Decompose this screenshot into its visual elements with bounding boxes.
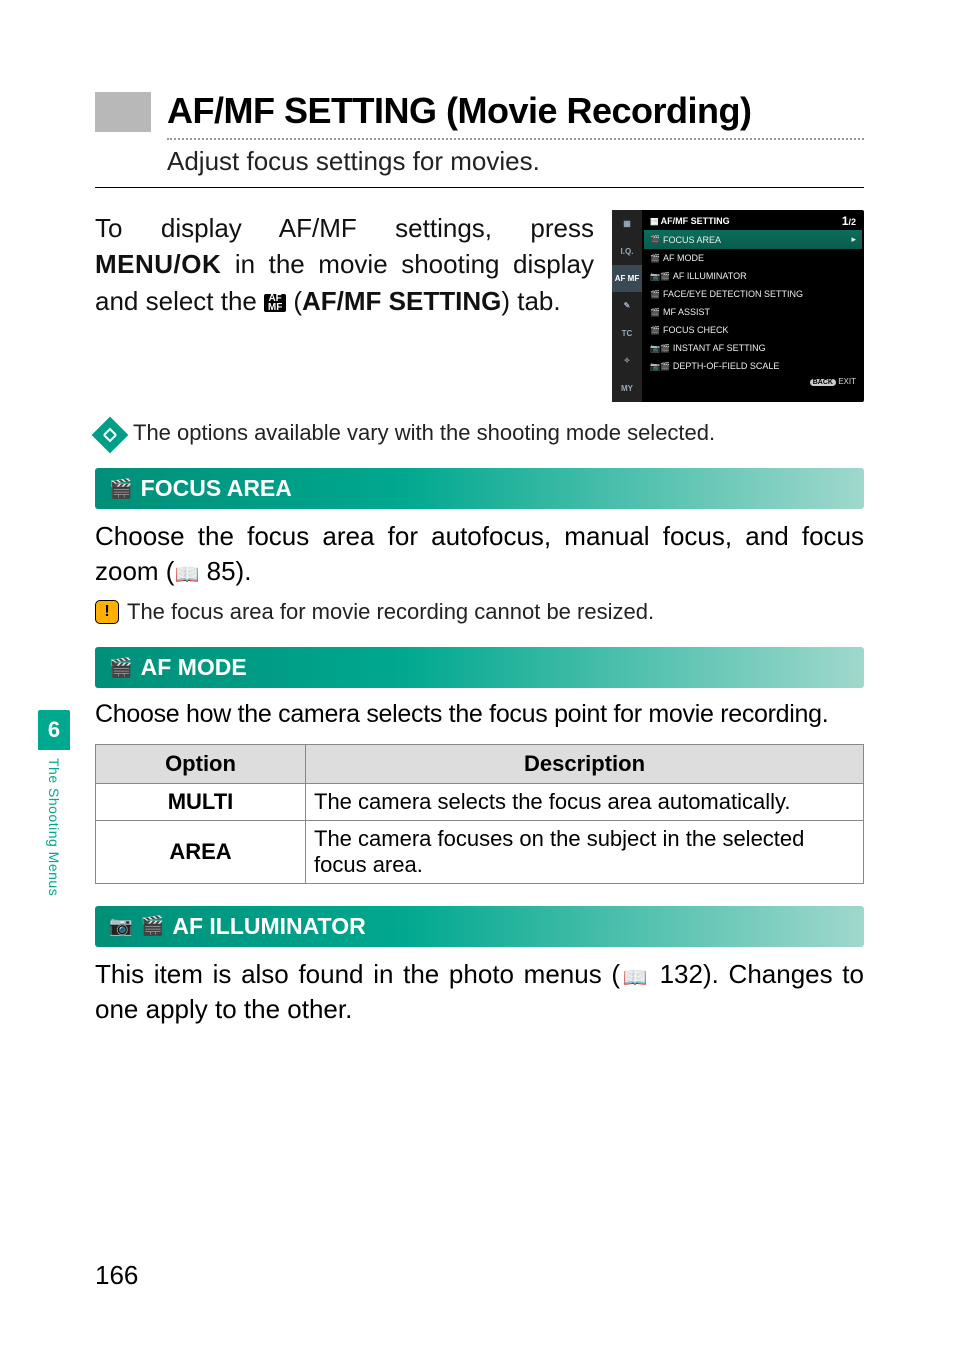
section-header-af-mode: 🎬 AF MODE (95, 647, 864, 688)
focus-area-paragraph: Choose the focus area for autofocus, man… (95, 519, 864, 589)
option-name-0: MULTI (96, 783, 306, 820)
lcd-item-4: 🎬MF ASSIST (644, 303, 862, 321)
title-dotted-rule (167, 138, 864, 140)
menu-ok-label: MENU/OK (95, 249, 221, 279)
section-title-af-mode: AF MODE (141, 654, 247, 681)
title-bullet-icon (95, 92, 151, 132)
lcd-tab-0: ▦ (612, 210, 642, 237)
intro-text-4: ) tab. (501, 286, 560, 316)
page-ref-icon: 📖 (174, 564, 199, 586)
intro-text-3: ( (286, 286, 302, 316)
option-desc-1: The camera focuses on the subject in the… (306, 820, 864, 883)
lcd-tab-2: AF MF (612, 265, 642, 292)
note-diamond-icon (92, 417, 129, 454)
movie-icon: 🎬 (109, 477, 133, 501)
lcd-header-title: AF/MF SETTING (661, 216, 730, 226)
movie-icon: 🎬 (109, 656, 133, 680)
title-rule (95, 187, 864, 188)
section-title-af-illuminator: AF ILLUMINATOR (172, 913, 365, 940)
lcd-tab-5: ✧ (612, 347, 642, 374)
option-desc-0: The camera selects the focus area automa… (306, 783, 864, 820)
lcd-tab-4: TC (612, 320, 642, 347)
af-illuminator-paragraph: This item is also found in the photo men… (95, 957, 864, 1027)
intro-paragraph: To display AF/MF settings, press MENU/OK… (95, 210, 594, 319)
af-mode-paragraph: Choose how the camera selects the focus … (95, 698, 864, 732)
page-subtitle: Adjust focus settings for movies. (167, 146, 864, 177)
lcd-tab-3: ✎ (612, 292, 642, 319)
caution-row: ! The focus area for movie recording can… (95, 599, 864, 625)
lcd-item-5: 🎬FOCUS CHECK (644, 321, 862, 339)
note-row: The options available vary with the shoo… (95, 420, 864, 448)
lcd-item-7: 📷🎬DEPTH-OF-FIELD SCALE (644, 357, 862, 375)
camera-menu-screenshot: ▦ I.Q. AF MF ✎ TC ✧ MY ▦ AF/MF SETTING 1… (612, 210, 864, 402)
af-mode-options-table: Option Description MULTI The camera sele… (95, 744, 864, 884)
section-header-af-illuminator: 📷 🎬 AF ILLUMINATOR (95, 906, 864, 947)
section-header-focus-area: 🎬 FOCUS AREA (95, 468, 864, 509)
lcd-main-panel: ▦ AF/MF SETTING 1/2 🎬FOCUS AREA▸ 🎬AF MOD… (642, 210, 864, 402)
caution-icon: ! (95, 600, 119, 624)
lcd-item-6: 📷🎬INSTANT AF SETTING (644, 339, 862, 357)
page-title-row: AF/MF SETTING (Movie Recording) (95, 90, 864, 132)
lcd-tab-column: ▦ I.Q. AF MF ✎ TC ✧ MY (612, 210, 642, 402)
page-number: 166 (95, 1260, 138, 1291)
chapter-number: 6 (38, 710, 70, 750)
afmf-tab-icon: AF MF (264, 294, 286, 312)
table-header-description: Description (306, 744, 864, 783)
table-row: MULTI The camera selects the focus area … (96, 783, 864, 820)
camera-icon: 📷 (109, 914, 133, 938)
lcd-item-0: 🎬FOCUS AREA▸ (644, 230, 862, 249)
caution-text: The focus area for movie recording canno… (127, 599, 654, 625)
page-ref-icon: 📖 (620, 967, 650, 989)
lcd-item-1: 🎬AF MODE (644, 249, 862, 267)
illuminator-page-ref: 132 (660, 959, 703, 989)
lcd-footer: BACK EXIT (644, 375, 862, 390)
movie-icon: 🎬 (141, 914, 165, 938)
lcd-tab-1: I.Q. (612, 237, 642, 264)
chapter-label: The Shooting Menus (46, 750, 62, 896)
page-title: AF/MF SETTING (Movie Recording) (167, 90, 752, 132)
focus-area-page-ref: 85 (207, 556, 236, 586)
chapter-side-tab: 6 The Shooting Menus (38, 710, 70, 896)
afmf-tab-label: AF/MF SETTING (302, 286, 501, 316)
lcd-item-3: 🎬FACE/EYE DETECTION SETTING (644, 285, 862, 303)
note-text: The options available vary with the shoo… (133, 420, 715, 446)
section-title-focus-area: FOCUS AREA (141, 475, 292, 502)
lcd-page-indicator: 1/2 (842, 214, 856, 228)
lcd-header: ▦ AF/MF SETTING 1/2 (644, 212, 862, 230)
table-header-option: Option (96, 744, 306, 783)
intro-text-1: To display AF/MF settings, press (95, 213, 594, 243)
table-row: AREA The camera focuses on the subject i… (96, 820, 864, 883)
option-name-1: AREA (96, 820, 306, 883)
lcd-item-2: 📷🎬AF ILLUMINATOR (644, 267, 862, 285)
lcd-tab-6: MY (612, 375, 642, 402)
